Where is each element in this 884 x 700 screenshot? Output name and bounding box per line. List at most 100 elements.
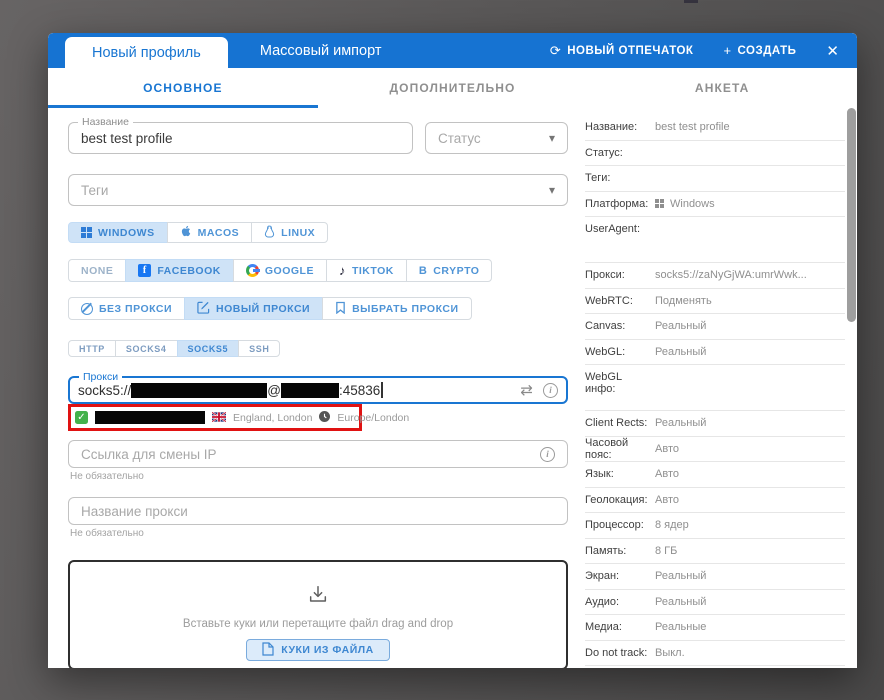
- summary-row: WebGL инфо:: [585, 365, 845, 411]
- tab-new-profile[interactable]: Новый профиль: [65, 37, 228, 68]
- summary-row: Прокси: socks5://zaNyGjWA:umrWwk...: [585, 263, 845, 289]
- profile-name-field[interactable]: Название best test profile: [68, 122, 413, 154]
- preset-facebook-button[interactable]: f FACEBOOK: [125, 259, 234, 282]
- file-icon: [262, 642, 274, 659]
- uk-flag-icon: [212, 409, 226, 427]
- proxy-field-icons: ⇄ i: [520, 383, 558, 398]
- protocol-socks4-tab[interactable]: SOCKS4: [115, 340, 178, 357]
- preset-google-button[interactable]: GOOGLE: [233, 259, 327, 282]
- preset-google-label: GOOGLE: [265, 265, 314, 277]
- proxy-name-input[interactable]: Название прокси: [68, 497, 568, 525]
- redaction-box: [131, 383, 203, 398]
- summary-row: Медиа: Реальные: [585, 615, 845, 641]
- summary-label: Теги:: [585, 172, 655, 184]
- clock-icon: [319, 409, 330, 427]
- create-profile-modal: Новый профиль Массовый импорт ⟳ НОВЫЙ ОТ…: [48, 33, 857, 668]
- preset-tiktok-label: TIKTOK: [352, 265, 394, 277]
- protocol-ssh-tab[interactable]: SSH: [238, 340, 280, 357]
- tags-select[interactable]: Теги ▾: [68, 174, 568, 206]
- edit-icon: [197, 301, 210, 317]
- close-icon[interactable]: ✕: [826, 42, 839, 60]
- no-proxy-button[interactable]: БЕЗ ПРОКСИ: [68, 297, 185, 320]
- summary-row: UserAgent:: [585, 217, 845, 263]
- modal-content: Название best test profile Статус ▾ Теги…: [48, 108, 857, 668]
- select-proxy-button[interactable]: ВЫБРАТЬ ПРОКСИ: [322, 297, 471, 320]
- new-proxy-button[interactable]: НОВЫЙ ПРОКСИ: [184, 297, 323, 320]
- preset-tiktok-button[interactable]: ♪ TIKTOK: [326, 259, 407, 282]
- download-icon: [307, 584, 329, 611]
- protocol-http-tab[interactable]: HTTP: [68, 340, 116, 357]
- summary-row: Платформа: Windows: [585, 192, 845, 218]
- summary-row: Статус:: [585, 141, 845, 167]
- summary-row: Client Rects: Реальный: [585, 411, 845, 437]
- summary-label: WebRTC:: [585, 295, 655, 307]
- summary-row: Экран: Реальный: [585, 564, 845, 590]
- modal-header: Новый профиль Массовый импорт ⟳ НОВЫЙ ОТ…: [48, 33, 857, 68]
- proxy-input[interactable]: Прокси socks5:// @ :45836 ⇄ i: [68, 376, 568, 404]
- summary-label: Память:: [585, 545, 655, 557]
- change-ip-input[interactable]: Ссылка для смены IP i: [68, 440, 568, 468]
- summary-value: Windows: [655, 198, 715, 210]
- cookies-from-file-button[interactable]: КУКИ ИЗ ФАЙЛА: [246, 639, 389, 661]
- bitcoin-icon: B: [419, 265, 427, 277]
- profile-name-label: Название: [78, 116, 133, 129]
- summary-value: Реальный: [655, 596, 706, 608]
- summary-value: Авто: [655, 494, 679, 506]
- summary-label: WebGL:: [585, 346, 655, 358]
- tab-bulk-import-label: Массовый импорт: [260, 43, 382, 59]
- protocol-socks5-tab[interactable]: SOCKS5: [177, 340, 240, 357]
- page-artifact: [684, 0, 698, 3]
- summary-label: Статус:: [585, 147, 655, 159]
- summary-label: UserAgent:: [585, 223, 655, 235]
- os-macos-button[interactable]: MACOS: [167, 222, 253, 243]
- summary-label: Платформа:: [585, 198, 655, 210]
- sync-icon: ⟳: [550, 43, 561, 59]
- summary-label: Do not track:: [585, 647, 655, 659]
- protocol-ssh-label: SSH: [249, 344, 269, 354]
- cookies-dropzone[interactable]: Вставьте куки или перетащите файл drag a…: [68, 560, 568, 668]
- preset-none-button[interactable]: NONE: [68, 259, 126, 282]
- change-ip-hint: Не обязательно: [70, 471, 568, 483]
- status-select[interactable]: Статус ▾: [425, 122, 568, 154]
- os-linux-label: LINUX: [281, 227, 315, 239]
- summary-label: Canvas:: [585, 320, 655, 332]
- summary-label: Медиа:: [585, 621, 655, 633]
- summary-row: Язык: Авто: [585, 462, 845, 488]
- windows-icon: [81, 227, 92, 238]
- summary-row: Название: best test profile: [585, 115, 845, 141]
- summary-label: Client Rects:: [585, 417, 655, 429]
- summary-value: Реальный: [655, 570, 706, 582]
- preset-button-group: NONE f FACEBOOK GOOGLE ♪ TIKTOK B CRYPTO: [68, 259, 568, 282]
- linux-icon: [264, 225, 275, 241]
- redaction-box: [95, 411, 205, 424]
- summary-value: Авто: [655, 443, 679, 455]
- change-ip-icons: i: [540, 447, 555, 462]
- tab-additional[interactable]: ДОПОЛНИТЕЛЬНО: [318, 68, 588, 108]
- summary-value: Авто: [655, 468, 679, 480]
- status-placeholder: Статус: [438, 131, 481, 146]
- summary-label: Прокси:: [585, 269, 655, 281]
- swap-icon[interactable]: ⇄: [520, 383, 533, 398]
- os-button-group: WINDOWS MACOS LINUX: [68, 222, 568, 243]
- preset-none-label: NONE: [81, 265, 113, 277]
- new-fingerprint-button[interactable]: ⟳ НОВЫЙ ОТПЕЧАТОК: [550, 43, 694, 59]
- os-windows-button[interactable]: WINDOWS: [68, 222, 168, 243]
- summary-row: Теги:: [585, 166, 845, 192]
- summary-value: Реальный: [655, 320, 706, 332]
- summary-panel: Название: best test profile Статус: Теги…: [585, 115, 845, 666]
- info-icon[interactable]: i: [543, 383, 558, 398]
- tab-bulk-import[interactable]: Массовый импорт: [228, 33, 414, 68]
- info-icon[interactable]: i: [540, 447, 555, 462]
- create-button[interactable]: + СОЗДАТЬ: [723, 43, 796, 58]
- tags-placeholder: Теги: [81, 183, 108, 198]
- preset-crypto-button[interactable]: B CRYPTO: [406, 259, 493, 282]
- preset-crypto-label: CRYPTO: [433, 265, 479, 277]
- no-proxy-label: БЕЗ ПРОКСИ: [99, 303, 172, 315]
- os-linux-button[interactable]: LINUX: [251, 222, 328, 243]
- protocol-tab-group: HTTP SOCKS4 SOCKS5 SSH: [68, 340, 568, 357]
- change-ip-placeholder: Ссылка для смены IP: [81, 447, 217, 462]
- tab-questionnaire[interactable]: АНКЕТА: [587, 68, 857, 108]
- tab-main[interactable]: ОСНОВНОЕ: [48, 68, 318, 108]
- tiktok-icon: ♪: [339, 264, 346, 277]
- scrollbar[interactable]: [847, 108, 856, 322]
